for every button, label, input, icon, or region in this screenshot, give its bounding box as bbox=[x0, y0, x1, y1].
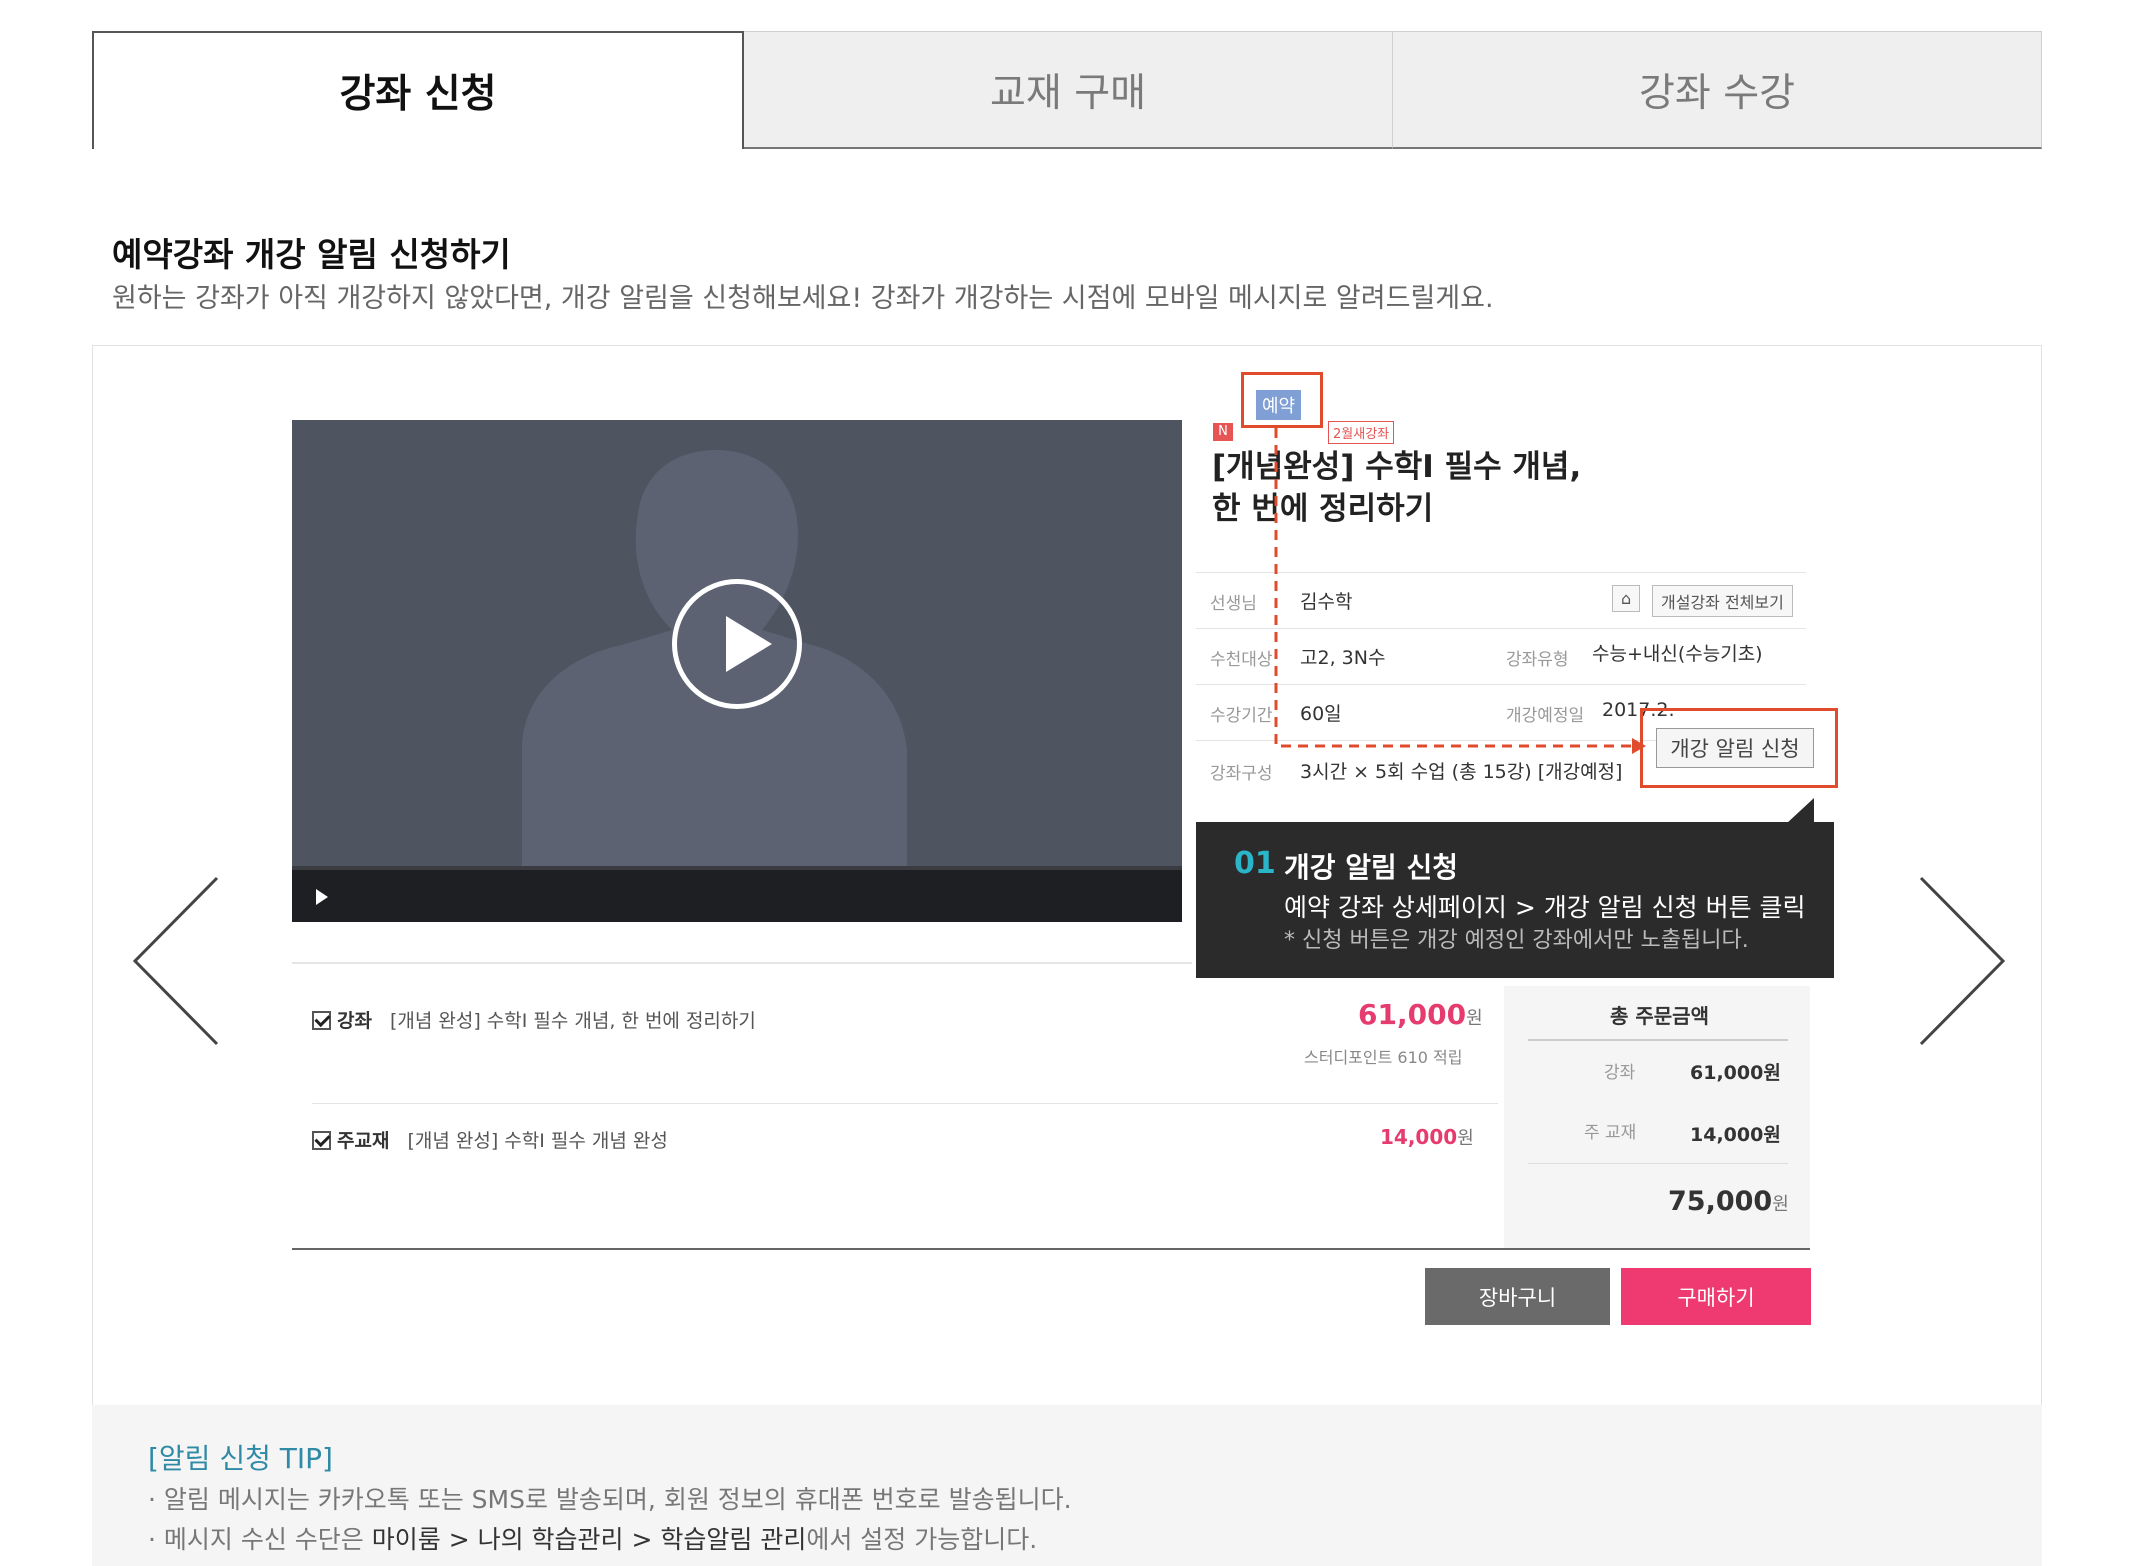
divider bbox=[292, 1248, 1810, 1250]
new-n-badge: N bbox=[1213, 423, 1233, 441]
summary-value: 61,000원 bbox=[1690, 1062, 1781, 1084]
divider bbox=[1528, 1163, 1788, 1164]
tooltip-step-number: 01 bbox=[1234, 846, 1276, 881]
composition-value: 3시간 × 5회 수업 (총 15강) [개강예정] bbox=[1300, 761, 1623, 783]
section-title: 예약강좌 개강 알림 신청하기 bbox=[112, 235, 511, 274]
order-total-value: 75,000 bbox=[1668, 1186, 1773, 1217]
all-courses-button[interactable]: 개설강좌 전체보기 bbox=[1652, 585, 1793, 617]
study-points: 스터디포인트 610 적립 bbox=[1304, 1048, 1463, 1067]
cart-button[interactable]: 장바구니 bbox=[1425, 1268, 1610, 1325]
order-category: 강좌 bbox=[337, 1010, 372, 1032]
course-price: 61,000원 bbox=[1358, 998, 1483, 1031]
buy-button[interactable]: 구매하기 bbox=[1621, 1268, 1811, 1325]
tooltip-note: * 신청 버튼은 개강 예정인 강좌에서만 노출됩니다. bbox=[1284, 928, 1749, 953]
textbook-price: 14,000원 bbox=[1380, 1124, 1474, 1150]
summary-label: 주 교재 bbox=[1584, 1123, 1637, 1143]
tab-course-apply[interactable]: 강좌 신청 bbox=[92, 31, 744, 149]
tip-title: [알림 신청 TIP] bbox=[148, 1442, 333, 1475]
currency-unit: 원 bbox=[1457, 1128, 1474, 1149]
teacher-label: 선생님 bbox=[1210, 594, 1257, 614]
summary-value: 14,000원 bbox=[1690, 1124, 1781, 1146]
divider bbox=[312, 1103, 1498, 1104]
textbook-checkbox[interactable] bbox=[312, 1131, 331, 1150]
tooltip-description: 예약 강좌 상세페이지 > 개강 알림 신청 버튼 클릭 bbox=[1284, 893, 1806, 922]
tab-bar: 강좌 신청 교재 구매 강좌 수강 bbox=[92, 31, 2042, 149]
tip-line-1: · 알림 메시지는 카카오톡 또는 SMS로 발송되며, 회원 정보의 휴대폰 … bbox=[148, 1485, 1072, 1514]
divider bbox=[1528, 1039, 1788, 1041]
order-item-textbook: 주교재 [개념 완성] 수학Ⅰ 필수 개념 완성 bbox=[312, 1126, 668, 1153]
video-control-bar[interactable] bbox=[292, 866, 1182, 922]
tooltip-pointer bbox=[1786, 798, 1814, 824]
section-description: 원하는 강좌가 아직 개강하지 않았다면, 개강 알림을 신청해보세요! 강좌가… bbox=[112, 283, 1494, 314]
currency-unit: 원 bbox=[1466, 1008, 1483, 1029]
textbook-price-value: 14,000 bbox=[1380, 1125, 1458, 1149]
tab-course-attend[interactable]: 강좌 수강 bbox=[1393, 31, 2042, 149]
order-item-name: [개념 완성] 수학Ⅰ 필수 개념, 한 번에 정리하기 bbox=[389, 1010, 756, 1032]
divider bbox=[292, 962, 1192, 964]
order-item-course: 강좌 [개념 완성] 수학Ⅰ 필수 개념, 한 번에 정리하기 bbox=[312, 1006, 756, 1033]
guide-dashed-arrow bbox=[1274, 428, 1646, 754]
order-total: 75,000원 bbox=[1668, 1186, 1789, 1217]
reserve-badge: 예약 bbox=[1256, 390, 1302, 420]
small-play-icon[interactable] bbox=[316, 889, 328, 905]
summary-title: 총 주문금액 bbox=[1610, 1004, 1709, 1028]
tip-line-2-suffix: 에서 설정 가능합니다. bbox=[806, 1525, 1038, 1554]
order-item-name: [개념 완성] 수학Ⅰ 필수 개념 완성 bbox=[407, 1130, 668, 1152]
next-arrow-icon[interactable] bbox=[1916, 876, 2006, 1046]
order-category: 주교재 bbox=[337, 1130, 390, 1152]
course-checkbox[interactable] bbox=[312, 1011, 331, 1030]
tab-textbook-purchase[interactable]: 교재 구매 bbox=[744, 31, 1393, 149]
tip-line-2: · 메시지 수신 수단은 마이룸 > 나의 학습관리 > 학습알림 관리에서 설… bbox=[148, 1520, 1037, 1556]
composition-label: 강좌구성 bbox=[1210, 764, 1273, 784]
target-label: 수천대상 bbox=[1210, 650, 1273, 670]
tooltip-title: 개강 알림 신청 bbox=[1284, 851, 1459, 884]
currency-unit: 원 bbox=[1772, 1194, 1789, 1215]
tip-menu-path: 마이룸 > 나의 학습관리 > 학습알림 관리 bbox=[371, 1525, 807, 1554]
notify-open-button[interactable]: 개강 알림 신청 bbox=[1656, 728, 1814, 768]
course-price-value: 61,000 bbox=[1358, 998, 1467, 1031]
tip-line-2-prefix: · 메시지 수신 수단은 bbox=[148, 1525, 372, 1554]
prev-arrow-icon[interactable] bbox=[132, 876, 222, 1046]
summary-label: 강좌 bbox=[1604, 1063, 1636, 1083]
period-label: 수강기간 bbox=[1210, 706, 1273, 726]
play-icon bbox=[726, 616, 772, 672]
